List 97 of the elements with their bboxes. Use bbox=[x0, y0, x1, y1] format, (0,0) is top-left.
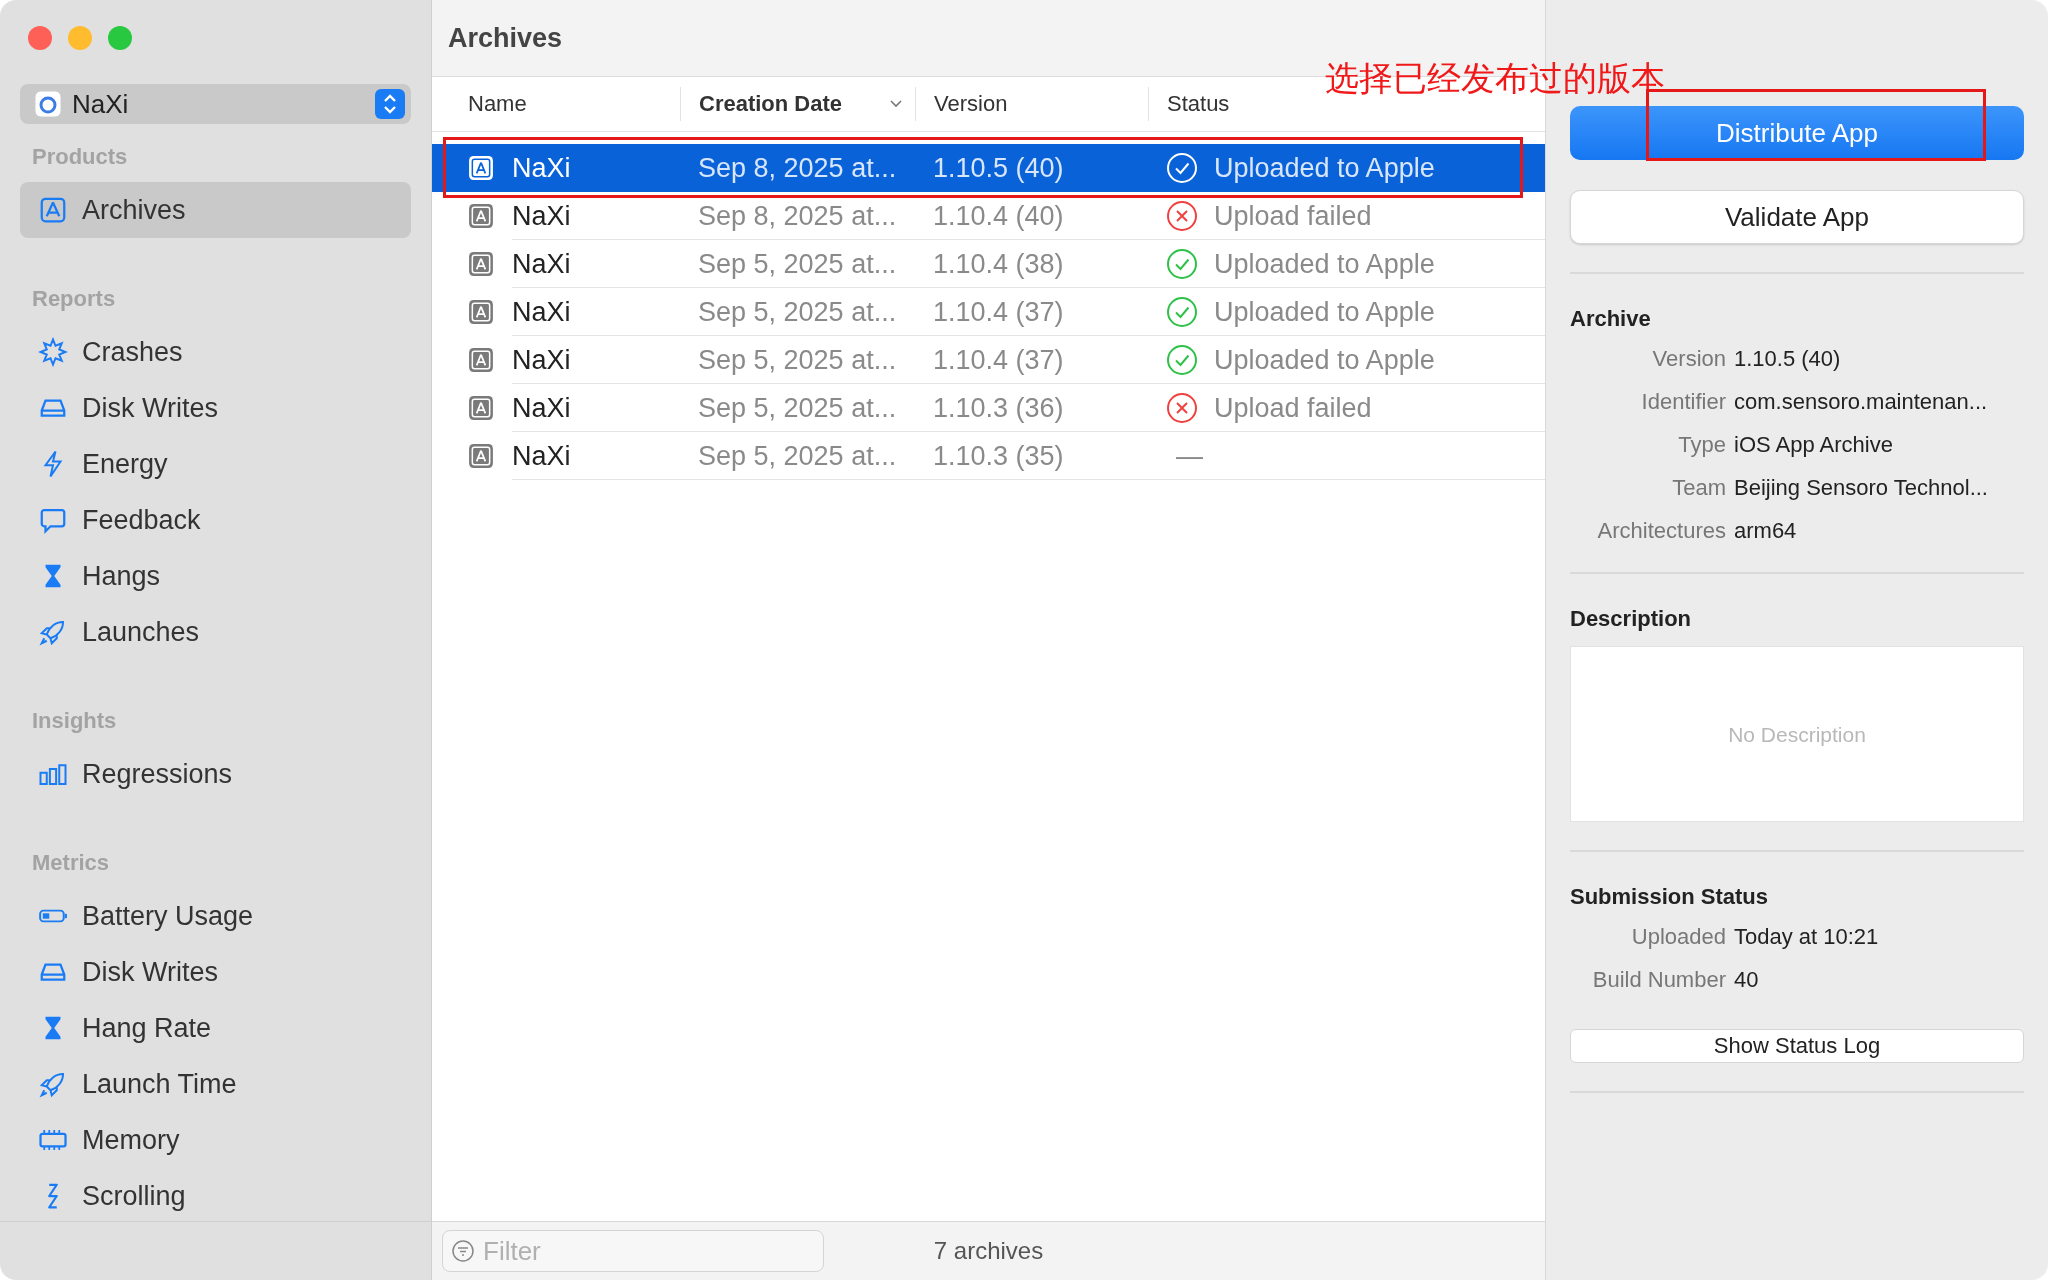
app-store-icon bbox=[38, 195, 68, 225]
archive-row[interactable]: NaXi Sep 8, 2025 at... 1.10.5 (40) Uploaded to Apple bbox=[432, 144, 1545, 192]
date-cell-text: Sep 5, 2025 at... bbox=[697, 296, 898, 328]
field-value: 40 bbox=[1734, 967, 1760, 993]
version-cell-text: 1.10.4 (40) bbox=[932, 200, 1065, 232]
sidebar-item[interactable]: Battery Usage bbox=[20, 888, 411, 944]
section-title: Submission Status bbox=[1570, 884, 1770, 910]
close-button[interactable] bbox=[28, 26, 52, 50]
status-cell: Uploaded to Apple bbox=[1214, 152, 1435, 184]
app-store-icon bbox=[468, 347, 494, 373]
zoom-button[interactable] bbox=[108, 26, 132, 50]
validate-button[interactable]: Validate App bbox=[1570, 190, 2024, 244]
name-cell: NaXi bbox=[512, 344, 571, 376]
checkmark-circle-icon bbox=[1166, 152, 1198, 184]
filter-field[interactable]: Filter bbox=[442, 1230, 824, 1272]
field-label: Team bbox=[1671, 475, 1726, 501]
field-label: Uploaded bbox=[1630, 924, 1726, 950]
app-store-icon bbox=[468, 299, 494, 325]
field-value: com.sensoro.maintenan... bbox=[1734, 389, 1989, 415]
field-label: Type bbox=[1677, 432, 1726, 458]
field-label: Architectures bbox=[1596, 518, 1726, 544]
name-cell: NaXi bbox=[512, 200, 571, 232]
section-title: Archive bbox=[1570, 306, 1652, 332]
status-cell: Upload failed bbox=[1214, 200, 1372, 232]
sidebar-item[interactable]: Launch Time bbox=[20, 1056, 411, 1112]
field-value: iOS App Archive bbox=[1734, 432, 1894, 458]
name-cell: NaXi bbox=[512, 440, 571, 472]
field-value: 1.10.5 (40) bbox=[1734, 346, 1842, 372]
column-header[interactable]: Creation Date bbox=[680, 87, 915, 121]
sidebar-item[interactable]: Crashes bbox=[20, 324, 411, 380]
status-cell: Upload failed bbox=[1214, 392, 1372, 424]
starburst-icon bbox=[38, 337, 68, 367]
version-cell-text: 1.10.4 (37) bbox=[932, 296, 1065, 328]
sidebar-item[interactable]: Hang Rate bbox=[20, 1000, 411, 1056]
error-circle-icon bbox=[1166, 392, 1198, 424]
product-popup-button[interactable]: NaXi bbox=[20, 84, 411, 124]
section-title: Description bbox=[1570, 606, 1693, 632]
archive-count: 7 archives bbox=[933, 1237, 1044, 1265]
field-value: arm64 bbox=[1734, 518, 1798, 544]
field-label: Identifier bbox=[1640, 389, 1726, 415]
checkmark-circle-icon bbox=[1166, 296, 1198, 328]
checkmark-circle-icon bbox=[1166, 344, 1198, 376]
distribute-button[interactable]: Distribute App bbox=[1570, 106, 2024, 160]
status-cell: Uploaded to Apple bbox=[1214, 248, 1435, 280]
column-header[interactable]: Name bbox=[468, 87, 680, 121]
date-cell-text: Sep 5, 2025 at... bbox=[697, 248, 898, 280]
section-header: Reports bbox=[31, 285, 117, 313]
sidebar-item[interactable]: Launches bbox=[20, 604, 411, 660]
date-cell-text: Sep 5, 2025 at... bbox=[697, 344, 898, 376]
version-cell-text: 1.10.4 (38) bbox=[932, 248, 1065, 280]
error-circle-icon bbox=[1166, 200, 1198, 232]
name-cell: NaXi bbox=[512, 392, 571, 424]
version-cell-text: 1.10.4 (37) bbox=[932, 344, 1065, 376]
field-value: Beijing Sensoro Technol... bbox=[1734, 475, 1989, 501]
version-cell-text: 1.10.5 (40) bbox=[932, 152, 1065, 184]
column-header[interactable]: Version bbox=[915, 87, 1148, 121]
sidebar-item[interactable]: Memory bbox=[20, 1112, 411, 1168]
name-cell: NaXi bbox=[512, 296, 571, 328]
chevron-down-icon bbox=[889, 99, 903, 109]
field-label: Build Number bbox=[1591, 967, 1726, 993]
status-log-button[interactable]: Show Status Log bbox=[1570, 1029, 2024, 1063]
version-cell-text: 1.10.3 (35) bbox=[932, 440, 1065, 472]
name-cell: NaXi bbox=[512, 152, 571, 184]
version-cell-text: 1.10.3 (36) bbox=[932, 392, 1065, 424]
sidebar-item[interactable]: Disk Writes bbox=[20, 944, 411, 1000]
app-store-icon bbox=[468, 203, 494, 229]
app-store-icon bbox=[468, 251, 494, 277]
app-store-icon bbox=[468, 155, 494, 181]
section-header: Products bbox=[31, 143, 129, 171]
sidebar-item[interactable]: Feedback bbox=[20, 492, 411, 548]
sidebar-item[interactable]: Hangs bbox=[20, 548, 411, 604]
sidebar-item[interactable]: Disk Writes bbox=[20, 380, 411, 436]
checkmark-circle-icon bbox=[1166, 248, 1198, 280]
status-cell: Uploaded to Apple bbox=[1214, 296, 1435, 328]
description-field[interactable]: No Description bbox=[1570, 646, 2024, 822]
field-label: Version bbox=[1651, 346, 1726, 372]
app-icon bbox=[34, 90, 62, 118]
sidebar-item[interactable]: Archives bbox=[20, 182, 411, 238]
date-cell-text: Sep 8, 2025 at... bbox=[697, 152, 898, 184]
date-cell-text: Sep 8, 2025 at... bbox=[697, 200, 898, 232]
section-header: Metrics bbox=[31, 849, 111, 877]
minimize-button[interactable] bbox=[68, 26, 92, 50]
app-store-icon bbox=[468, 443, 494, 469]
sidebar-item[interactable]: Regressions bbox=[20, 746, 411, 802]
date-cell-text: Sep 5, 2025 at... bbox=[697, 392, 898, 424]
app-store-icon bbox=[468, 395, 494, 421]
section-header: Insights bbox=[31, 707, 118, 735]
status-cell-text: — bbox=[1175, 440, 1203, 472]
date-cell-text: Sep 5, 2025 at... bbox=[697, 440, 898, 472]
field-value: Today at 10:21 bbox=[1734, 924, 1880, 950]
status-cell: Uploaded to Apple bbox=[1214, 344, 1435, 376]
sidebar-item[interactable]: Energy bbox=[20, 436, 411, 492]
sidebar-item[interactable]: Scrolling bbox=[20, 1168, 411, 1224]
filter-icon bbox=[451, 1239, 475, 1263]
pane-title: Archives bbox=[448, 22, 563, 54]
name-cell: NaXi bbox=[512, 248, 571, 280]
stepper-icon bbox=[375, 89, 405, 119]
